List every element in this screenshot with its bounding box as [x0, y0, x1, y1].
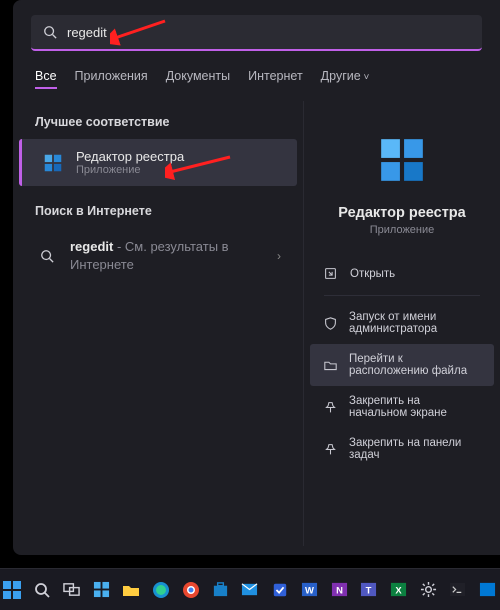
- start-button[interactable]: [0, 577, 25, 603]
- shield-icon: [324, 317, 337, 330]
- web-result-text: regedit - См. результаты в Интернете: [70, 238, 266, 274]
- teams-icon[interactable]: T: [356, 577, 381, 603]
- pin-icon: [324, 443, 337, 456]
- action-label: Запуск от имени администратора: [349, 311, 480, 335]
- action-run-admin[interactable]: Запуск от имени администратора: [310, 302, 494, 344]
- todo-icon[interactable]: [267, 577, 292, 603]
- excel-icon[interactable]: X: [386, 577, 411, 603]
- divider: [324, 295, 480, 296]
- terminal-icon[interactable]: [446, 577, 471, 603]
- search-bar[interactable]: [31, 15, 482, 51]
- action-pin-taskbar[interactable]: Закрепить на панели задач: [310, 428, 494, 470]
- open-icon: [324, 267, 338, 280]
- search-icon: [35, 244, 59, 268]
- folder-icon: [324, 359, 337, 372]
- svg-text:X: X: [395, 585, 402, 596]
- pin-icon: [324, 401, 337, 414]
- explorer-icon[interactable]: [119, 577, 144, 603]
- web-search-result[interactable]: regedit - См. результаты в Интернете ›: [13, 228, 303, 284]
- tab-web[interactable]: Интернет: [248, 69, 303, 89]
- store-icon[interactable]: [208, 577, 233, 603]
- filter-tabs: Все Приложения Документы Интернет Другие: [13, 51, 500, 101]
- result-subtitle: Приложение: [76, 164, 275, 176]
- taskbar: W N T X: [0, 568, 500, 610]
- search-button[interactable]: [30, 577, 55, 603]
- content-area: Лучшее соответствие Редактор реестра При…: [13, 101, 500, 546]
- action-label: Перейти к расположению файла: [349, 353, 480, 377]
- regedit-icon: [41, 151, 65, 175]
- chevron-right-icon: ›: [277, 249, 281, 263]
- chrome-icon[interactable]: [178, 577, 203, 603]
- best-match-header: Лучшее соответствие: [13, 109, 303, 139]
- search-panel: Все Приложения Документы Интернет Другие…: [13, 0, 500, 555]
- results-column: Лучшее соответствие Редактор реестра При…: [13, 101, 303, 546]
- action-open-location[interactable]: Перейти к расположению файла: [310, 344, 494, 386]
- tab-more[interactable]: Другие: [321, 69, 370, 89]
- tab-all[interactable]: Все: [35, 69, 57, 89]
- action-label: Закрепить на начальном экране: [349, 395, 480, 419]
- svg-text:T: T: [366, 585, 372, 596]
- action-label: Открыть: [350, 268, 395, 280]
- onenote-icon[interactable]: N: [327, 577, 352, 603]
- taskview-button[interactable]: [59, 577, 84, 603]
- result-title: Редактор реестра: [76, 149, 275, 164]
- action-pin-start[interactable]: Закрепить на начальном экране: [310, 386, 494, 428]
- preview-app-icon: [373, 131, 431, 189]
- settings-icon[interactable]: [416, 577, 441, 603]
- preview-title: Редактор реестра: [304, 205, 500, 221]
- svg-text:W: W: [305, 585, 314, 596]
- action-open[interactable]: Открыть: [310, 258, 494, 289]
- edge-icon[interactable]: [149, 577, 174, 603]
- app-icon[interactable]: [475, 577, 500, 603]
- search-icon: [43, 25, 57, 39]
- mail-icon[interactable]: [238, 577, 263, 603]
- search-input[interactable]: [67, 25, 470, 40]
- tab-apps[interactable]: Приложения: [75, 69, 148, 89]
- result-text: Редактор реестра Приложение: [76, 149, 275, 176]
- svg-text:N: N: [336, 585, 343, 596]
- web-search-header: Поиск в Интернете: [13, 198, 303, 228]
- web-query-bold: regedit: [70, 239, 113, 254]
- word-icon[interactable]: W: [297, 577, 322, 603]
- widgets-button[interactable]: [89, 577, 114, 603]
- best-match-result[interactable]: Редактор реестра Приложение: [19, 139, 297, 186]
- action-label: Закрепить на панели задач: [349, 437, 480, 461]
- preview-column: Редактор реестра Приложение Открыть Запу…: [303, 101, 500, 546]
- action-list: Открыть Запуск от имени администратора П…: [304, 258, 500, 470]
- tab-documents[interactable]: Документы: [166, 69, 230, 89]
- preview-subtitle: Приложение: [304, 224, 500, 236]
